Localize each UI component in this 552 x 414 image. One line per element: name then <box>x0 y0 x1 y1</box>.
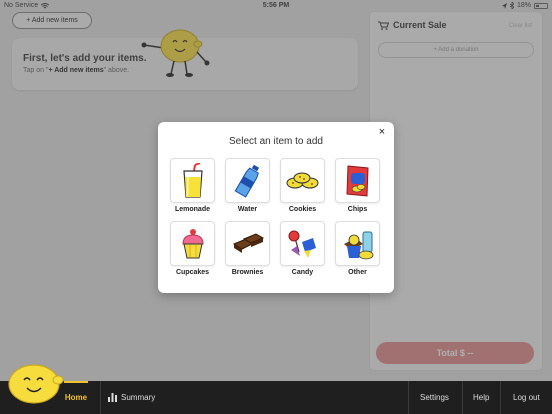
nav-divider <box>500 381 501 414</box>
bar-chart-icon <box>108 393 117 402</box>
tile-candy[interactable] <box>280 221 325 266</box>
nav-summary[interactable]: Summary <box>108 393 155 402</box>
nav-divider <box>462 381 463 414</box>
brownies-icon <box>232 232 264 253</box>
tile-cookies[interactable] <box>280 158 325 203</box>
lemonade-icon <box>182 162 203 198</box>
item-cupcakes[interactable]: Cupcakes <box>170 221 215 276</box>
item-chips[interactable]: Chips <box>335 158 380 213</box>
item-label-lemonade: Lemonade <box>174 206 210 213</box>
item-brownies[interactable]: Brownies <box>225 221 270 276</box>
item-label-cookies: Cookies <box>288 206 317 213</box>
tile-lemonade[interactable] <box>170 158 215 203</box>
item-cookies[interactable]: Cookies <box>280 158 325 213</box>
nav-logout[interactable]: Log out <box>513 393 540 402</box>
tile-other[interactable] <box>335 221 380 266</box>
nav-divider <box>100 381 101 414</box>
item-label-cupcakes: Cupcakes <box>175 269 210 276</box>
item-candy[interactable]: Candy <box>280 221 325 276</box>
cookies-icon <box>286 172 318 188</box>
modal-title: Select an item to add <box>229 136 323 147</box>
water-bottle-icon <box>234 164 259 198</box>
other-items-icon <box>343 231 373 259</box>
item-label-candy: Candy <box>291 269 314 276</box>
item-label-brownies: Brownies <box>231 269 264 276</box>
nav-help[interactable]: Help <box>473 393 489 402</box>
select-item-modal: Select an item to add × Lemonade Water C… <box>158 122 394 293</box>
item-grid: Lemonade Water Cookies Chips Cupcakes Br… <box>170 158 382 276</box>
nav-summary-label: Summary <box>121 393 156 402</box>
item-label-other: Other <box>348 269 367 276</box>
nav-home-indicator <box>64 381 88 383</box>
cupcake-icon <box>181 228 204 258</box>
candy-icon <box>288 230 316 258</box>
item-label-chips: Chips <box>347 206 368 213</box>
tile-chips[interactable] <box>335 158 380 203</box>
item-water[interactable]: Water <box>225 158 270 213</box>
nav-divider <box>408 381 409 414</box>
bottom-nav: Home Summary Settings Help Log out <box>0 381 552 414</box>
tile-cupcakes[interactable] <box>170 221 215 266</box>
item-other[interactable]: Other <box>335 221 380 276</box>
item-label-water: Water <box>237 206 258 213</box>
close-icon[interactable]: × <box>376 126 388 138</box>
chips-icon <box>345 164 369 197</box>
tile-brownies[interactable] <box>225 221 270 266</box>
lemon-logo-icon <box>8 364 64 404</box>
item-lemonade[interactable]: Lemonade <box>170 158 215 213</box>
tile-water[interactable] <box>225 158 270 203</box>
nav-settings[interactable]: Settings <box>420 393 449 402</box>
